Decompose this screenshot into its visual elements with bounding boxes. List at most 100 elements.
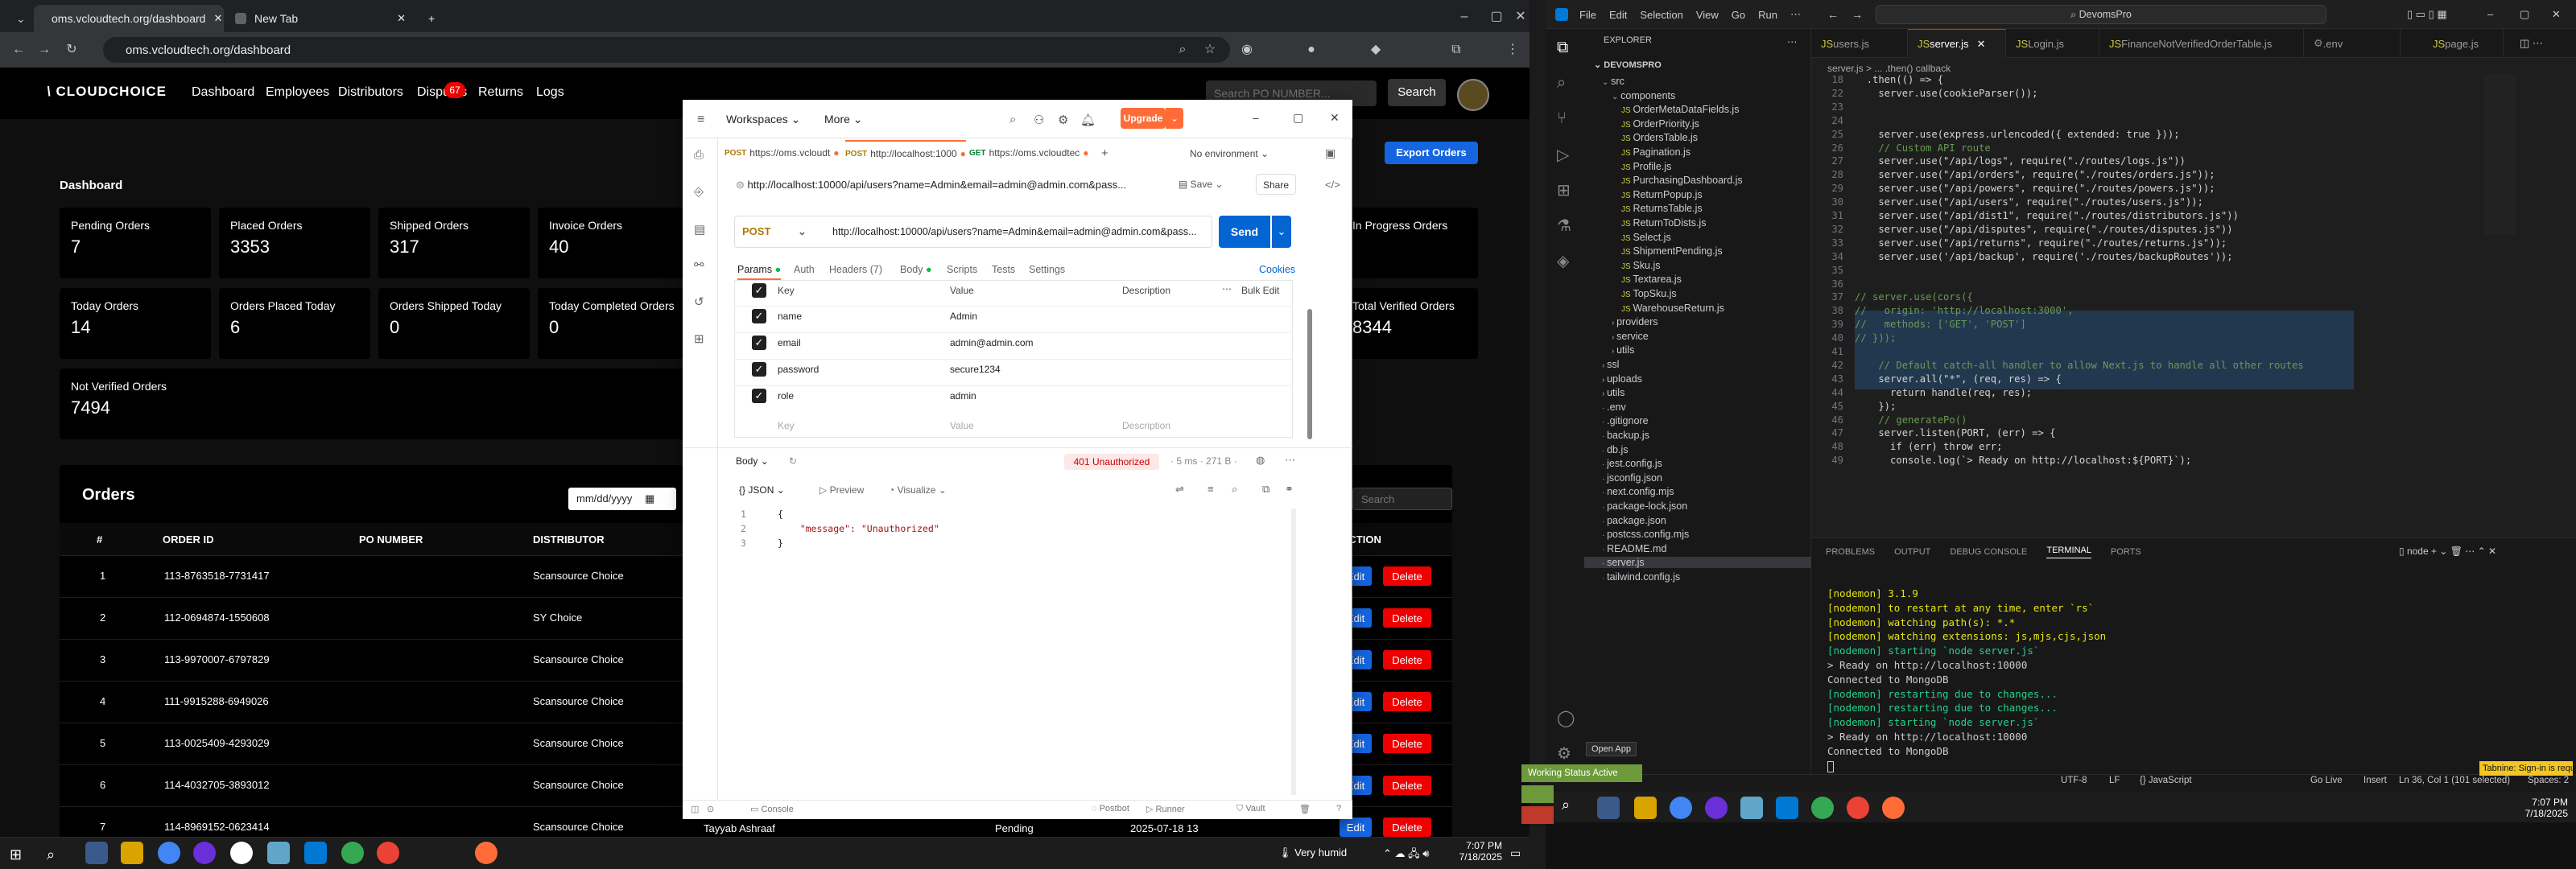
code-line[interactable]: server.use("/api/disputes", require("./r… bbox=[1855, 224, 2232, 235]
close-tab-icon[interactable]: ✕ bbox=[397, 12, 406, 25]
zoom-icon[interactable] bbox=[1705, 797, 1728, 819]
cookies-link[interactable]: Cookies bbox=[1259, 264, 1295, 275]
folder-item[interactable]: › utils bbox=[1602, 387, 1624, 398]
request-tab-1[interactable]: POST https://oms.vcloudt ● bbox=[724, 140, 844, 166]
tab-settings[interactable]: Settings bbox=[1029, 264, 1065, 275]
folder-item[interactable]: › providers bbox=[1612, 316, 1658, 327]
param-checkbox[interactable]: ✓ bbox=[752, 336, 766, 350]
minimize-icon[interactable]: – bbox=[2487, 8, 2493, 20]
method-select[interactable]: POST ⌄ bbox=[742, 225, 807, 238]
environment-quicklook-icon[interactable]: ▣ bbox=[1325, 146, 1335, 160]
clock[interactable]: 7:07 PM 7/18/2025 bbox=[2520, 797, 2568, 819]
code-line[interactable]: server.use("/api/powers", require("./rou… bbox=[1855, 183, 2215, 194]
card-total-verified-orders[interactable]: Total Verified Orders 8344 bbox=[1341, 288, 1478, 359]
chrome-icon[interactable] bbox=[1847, 797, 1869, 819]
terminal-profile[interactable]: ▯ node + ⌄ 🗑︎ ⋯ ⌃ ✕ bbox=[2399, 546, 2496, 557]
status-chip[interactable] bbox=[1521, 785, 1554, 803]
app-icon[interactable] bbox=[267, 842, 290, 864]
search-icon[interactable]: ⌕ bbox=[47, 846, 69, 869]
code-line[interactable]: server.use(cookieParser()); bbox=[1855, 88, 2037, 99]
code-line[interactable]: server.use("/api/users", require("./rout… bbox=[1855, 196, 2203, 208]
back-icon[interactable]: ← bbox=[11, 43, 26, 57]
forward-icon[interactable]: → bbox=[1852, 8, 1863, 21]
upgrade-button[interactable]: Upgrade bbox=[1121, 108, 1166, 129]
sidebar-toggle-icon[interactable]: ◫ bbox=[691, 804, 699, 814]
upgrade-dropdown-icon[interactable]: ⌄ bbox=[1166, 108, 1183, 129]
param-checkbox[interactable]: ✓ bbox=[752, 362, 766, 377]
terminal-cursor[interactable] bbox=[1827, 761, 1834, 772]
file-item[interactable]: JS Textarea.js bbox=[1621, 274, 1682, 285]
postman-icon[interactable] bbox=[1882, 797, 1905, 819]
nav-dashboard[interactable]: Dashboard bbox=[192, 85, 254, 100]
minimize-icon[interactable]: – bbox=[1457, 10, 1472, 24]
flows-icon[interactable]: ⚯ bbox=[694, 257, 704, 272]
code-line[interactable]: return handle(req, res); bbox=[1855, 387, 2032, 398]
response-scrollbar[interactable] bbox=[1291, 509, 1296, 795]
status-badge[interactable]: 401 Unauthorized bbox=[1064, 454, 1159, 470]
vscode-icon[interactable] bbox=[1776, 797, 1798, 819]
folder-item[interactable]: › service bbox=[1612, 331, 1649, 342]
code-line[interactable]: // methods: ['GET', 'POST'] bbox=[1855, 319, 2026, 330]
file-item[interactable]: · tailwind.config.js bbox=[1602, 571, 1680, 583]
help-icon[interactable]: ? bbox=[1336, 804, 1341, 813]
app-icon[interactable] bbox=[1740, 797, 1763, 819]
new-request-tab-icon[interactable]: + bbox=[1101, 146, 1108, 160]
file-item[interactable]: · postcss.config.mjs bbox=[1602, 529, 1689, 540]
code-line[interactable]: }); bbox=[1855, 401, 1896, 412]
more-icon[interactable]: ⋯ bbox=[1222, 283, 1232, 294]
nav-logs[interactable]: Logs bbox=[536, 85, 564, 100]
extensions-icon[interactable]: ⊞ bbox=[1557, 180, 1571, 200]
delete-button[interactable]: Delete bbox=[1383, 650, 1431, 669]
apps-icon[interactable]: ⊞ bbox=[694, 332, 704, 346]
param-key[interactable]: email bbox=[778, 337, 801, 348]
param-value[interactable]: Admin bbox=[950, 311, 977, 322]
explorer-icon[interactable]: ⧉ bbox=[1557, 39, 1568, 57]
panel-tab-output[interactable]: OUTPUT bbox=[1894, 547, 1930, 557]
vscode-icon[interactable] bbox=[304, 842, 327, 864]
panel-tab-problems[interactable]: PROBLEMS bbox=[1826, 547, 1875, 557]
settings-icon[interactable]: ⚙ bbox=[1058, 113, 1068, 127]
nav-returns[interactable]: Returns bbox=[478, 85, 523, 100]
delete-button[interactable]: Delete bbox=[1383, 608, 1431, 628]
vault-button[interactable]: ⛉ Vault bbox=[1236, 804, 1265, 814]
export-orders-button[interactable]: Export Orders bbox=[1385, 142, 1478, 164]
file-item[interactable]: · jsconfig.json bbox=[1602, 472, 1662, 484]
postbot-button[interactable]: ◌ Postbot bbox=[1092, 804, 1129, 813]
folder-item[interactable]: › uploads bbox=[1602, 373, 1642, 385]
file-item[interactable]: · next.config.mjs bbox=[1602, 486, 1674, 497]
folder-item[interactable]: › utils bbox=[1612, 344, 1634, 356]
tabnine-status[interactable]: Tabnine: Sign-in is required bbox=[2479, 761, 2573, 776]
forward-icon[interactable]: → bbox=[37, 43, 52, 57]
search-icon[interactable]: ⌕ bbox=[1009, 113, 1016, 126]
delete-button[interactable]: Delete bbox=[1383, 566, 1431, 586]
split-editor-icon[interactable]: ◫ ⋯ bbox=[2520, 37, 2543, 50]
code-line[interactable]: // origin: 'http://localhost:3000', bbox=[1855, 305, 2074, 316]
layout-icons[interactable]: ▯ ▭ ▯ ▦ bbox=[2407, 8, 2447, 21]
address-bar[interactable]: oms.vcloudtech.org/dashboard bbox=[103, 37, 1230, 63]
menu-run[interactable]: Run bbox=[1758, 9, 1777, 21]
code-line[interactable]: if (err) throw err; bbox=[1855, 441, 2002, 452]
tab-params[interactable]: Params ● bbox=[737, 264, 782, 280]
file-item[interactable]: · .env bbox=[1602, 402, 1626, 413]
new-tab-button[interactable]: + bbox=[419, 5, 444, 32]
chrome-icon[interactable] bbox=[341, 842, 364, 864]
card-today-completed-orders[interactable]: Today Completed Orders 0 bbox=[538, 288, 689, 359]
folder-item[interactable]: ⌄ src bbox=[1602, 76, 1624, 87]
weather-widget[interactable]: 🌡︎ Very humid bbox=[1278, 846, 1347, 859]
file-item[interactable]: · backup.js bbox=[1602, 430, 1649, 441]
orders-search-input[interactable] bbox=[1352, 488, 1452, 510]
chrome-icon[interactable] bbox=[1811, 797, 1834, 819]
param-value[interactable]: admin@admin.com bbox=[950, 337, 1034, 348]
browser-tab-new[interactable]: New Tab ✕ bbox=[225, 5, 415, 32]
tab-tests[interactable]: Tests bbox=[992, 264, 1015, 275]
request-tab-2[interactable]: POST http://localhost:1000 ● bbox=[845, 140, 966, 166]
menu-icon[interactable]: ⋮ bbox=[1505, 43, 1520, 57]
nav-distributors[interactable]: Distributors bbox=[338, 85, 403, 100]
card-not-verified-orders[interactable]: Not Verified Orders 7494 bbox=[60, 369, 687, 439]
task-view-icon[interactable] bbox=[85, 842, 108, 864]
breadcrumb[interactable]: server.js > ... .then() callback bbox=[1827, 63, 1951, 74]
avatar[interactable] bbox=[1457, 79, 1489, 111]
share-button[interactable]: Share bbox=[1256, 174, 1296, 195]
close-icon[interactable]: ✕ bbox=[1513, 10, 1528, 24]
minimap[interactable] bbox=[2484, 74, 2516, 235]
